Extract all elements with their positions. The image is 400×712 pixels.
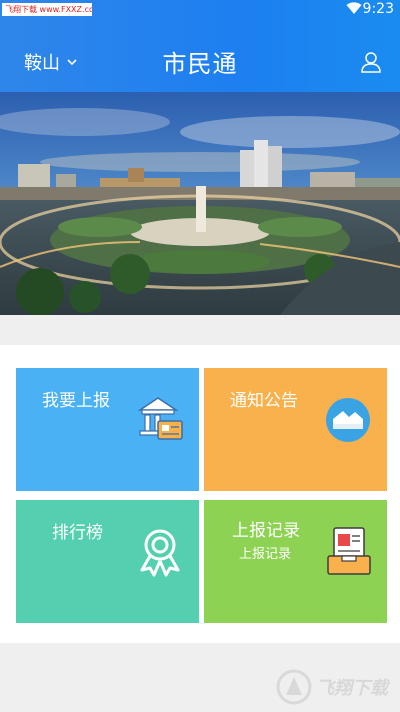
app-header: 飞翔下载 www.FXXZ.com 9:23 鞍山 市民通: [0, 0, 400, 92]
tile-sublabel: 上报记录: [239, 547, 292, 562]
tile-label: 通知公告: [230, 391, 298, 411]
status-time: 9:23: [362, 1, 394, 17]
tile-report[interactable]: 我要上报: [16, 368, 199, 491]
page-title: 市民通: [162, 50, 238, 78]
tile-label: 排行榜: [52, 523, 103, 543]
user-icon[interactable]: [360, 51, 382, 73]
tile-notice[interactable]: 通知公告: [204, 368, 387, 491]
watermark-badge: 飞翔下载 www.FXXZ.com: [2, 3, 92, 16]
tile-label: 上报记录: [232, 521, 300, 541]
award-ribbon-icon: [140, 529, 180, 577]
tile-ranking[interactable]: 排行榜: [16, 500, 199, 623]
tile-label: 我要上报: [42, 391, 110, 411]
wifi-icon: [346, 2, 362, 14]
fxxz-logo-icon: [276, 669, 312, 705]
city-square-illustration: [0, 92, 400, 315]
bank-card-icon: [137, 397, 183, 440]
banner-image[interactable]: [0, 92, 400, 315]
status-bar: 飞翔下载 www.FXXZ.com 9:23: [0, 0, 400, 18]
menu-grid: 我要上报 通知公告 排行榜 上报记录 上报记录: [0, 345, 400, 643]
footer-watermark: 飞翔下载: [276, 666, 394, 708]
envelope-icon: [326, 398, 370, 442]
clipboard-icon: [327, 527, 371, 575]
tile-report-records[interactable]: 上报记录 上报记录: [204, 500, 387, 623]
footer-watermark-text: 飞翔下载: [316, 678, 388, 699]
